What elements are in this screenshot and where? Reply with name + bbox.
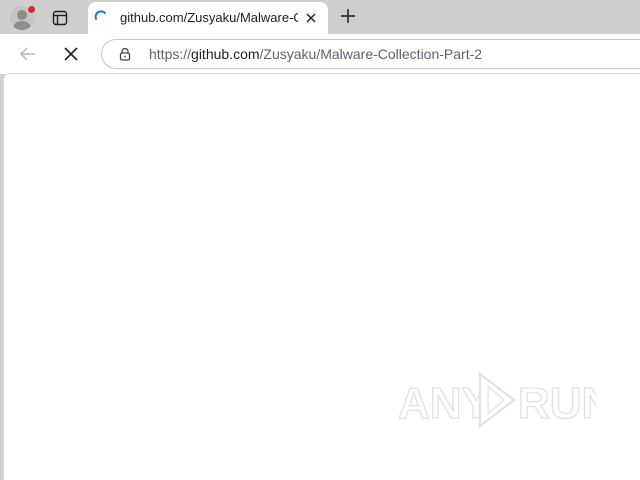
- back-arrow-svg: [19, 47, 35, 61]
- plus-icon[interactable]: [338, 6, 358, 26]
- tab-strip: github.com/Zusyaku/Malware-Collection-Pa…: [0, 0, 640, 34]
- stop-x-icon[interactable]: [60, 43, 82, 65]
- lock-icon[interactable]: [118, 47, 132, 61]
- url-text[interactable]: https://github.com/Zusyaku/Malware-Colle…: [149, 46, 482, 62]
- notification-dot: [27, 5, 36, 14]
- address-bar[interactable]: https://github.com/Zusyaku/Malware-Colle…: [101, 39, 640, 69]
- watermark-text-right: RUN: [518, 379, 596, 428]
- play-icon: [479, 371, 516, 429]
- anyrun-watermark: ANY RUN: [397, 371, 596, 429]
- url-scheme: https://: [149, 46, 192, 62]
- watermark-text-left: ANY: [398, 379, 491, 428]
- tab-actions-svg: [52, 10, 68, 26]
- close-icon-svg: [306, 13, 316, 23]
- close-icon[interactable]: [303, 10, 319, 26]
- loading-spinner-icon: [94, 10, 106, 20]
- url-path: /Zusyaku/Malware-Collection-Part-2: [259, 46, 483, 62]
- active-tab[interactable]: github.com/Zusyaku/Malware-Collection-Pa…: [88, 2, 328, 34]
- tab-actions-icon[interactable]: [50, 8, 70, 28]
- profile-body: [13, 21, 31, 30]
- plus-icon-svg: [341, 9, 355, 23]
- stop-x-svg: [64, 47, 78, 61]
- tab-title: github.com/Zusyaku/Malware-Collection-Pa…: [120, 10, 298, 25]
- profile-head: [17, 10, 27, 20]
- url-host: github.com: [191, 46, 260, 62]
- toolbar: https://github.com/Zusyaku/Malware-Colle…: [0, 34, 640, 74]
- back-arrow-icon[interactable]: [17, 43, 39, 65]
